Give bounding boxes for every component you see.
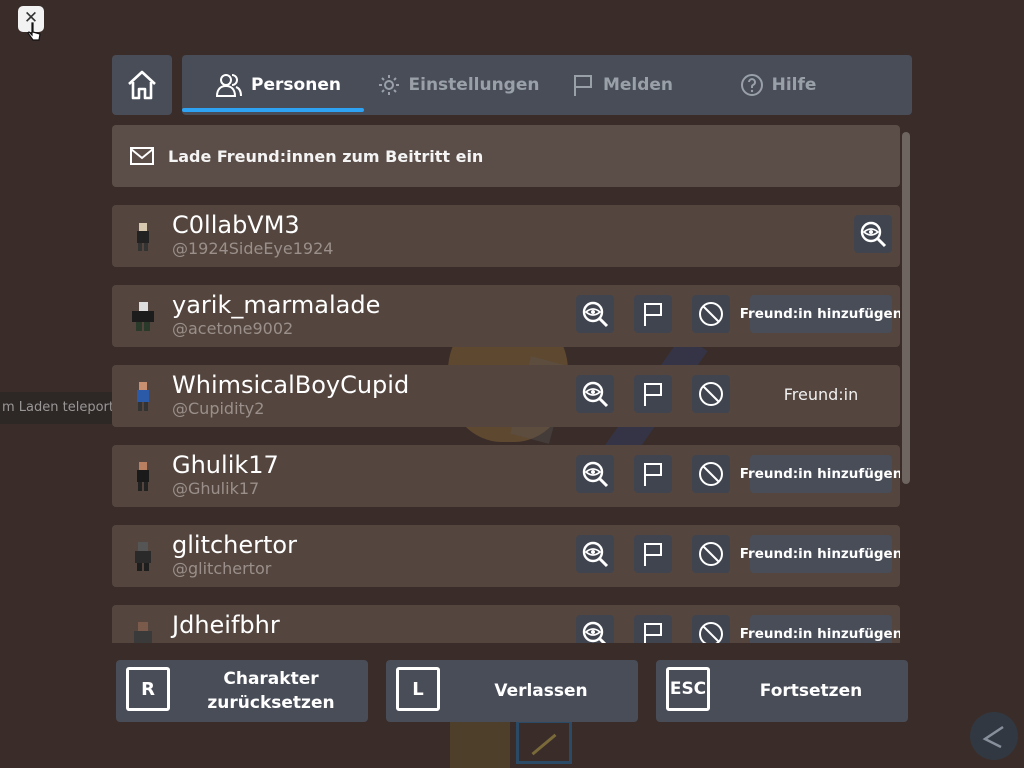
list-scrollbar[interactable] bbox=[902, 132, 910, 484]
inspect-icon bbox=[582, 301, 609, 328]
reset-character-button[interactable]: R Charakter zurücksetzen bbox=[116, 660, 368, 722]
inspect-icon bbox=[582, 541, 609, 568]
block-button[interactable] bbox=[692, 375, 730, 413]
tab-personen[interactable]: Personen bbox=[192, 55, 364, 115]
app-logo-icon bbox=[970, 712, 1018, 760]
player-username: @1924SideEye1924 bbox=[172, 239, 334, 258]
avatar bbox=[137, 223, 149, 251]
flag-icon bbox=[644, 383, 662, 406]
player-display-name: glitchertor bbox=[172, 531, 297, 559]
block-icon bbox=[699, 462, 723, 486]
invite-label: Lade Freund:innen zum Beitritt ein bbox=[168, 146, 484, 166]
flag-icon bbox=[573, 75, 592, 96]
people-icon bbox=[216, 74, 243, 97]
active-tab-indicator bbox=[182, 108, 364, 112]
player-username: @acetone9002 bbox=[172, 319, 294, 338]
avatar bbox=[137, 382, 149, 411]
inspect-button[interactable] bbox=[576, 455, 614, 493]
resume-label: Fortsetzen bbox=[759, 681, 863, 701]
home-button[interactable] bbox=[112, 55, 172, 115]
block-icon bbox=[699, 622, 723, 643]
leave-game-label: Verlassen bbox=[494, 681, 588, 701]
list-item[interactable]: Jdheifbhr Freund:in hinzufügen bbox=[112, 605, 900, 643]
friend-status-label: Freund:in bbox=[783, 384, 859, 404]
gear-icon bbox=[378, 75, 399, 95]
avatar bbox=[132, 302, 154, 331]
avatar bbox=[135, 542, 151, 571]
list-item[interactable]: yarik_marmalade @acetone9002 Freund:in h… bbox=[112, 285, 900, 347]
list-item[interactable]: C0llabVM3 @1924SideEye1924 bbox=[112, 205, 900, 267]
inspect-button[interactable] bbox=[854, 215, 892, 253]
inspect-icon bbox=[582, 461, 609, 488]
player-display-name: Jdheifbhr bbox=[172, 611, 280, 639]
block-icon bbox=[699, 302, 723, 326]
player-display-name: Ghulik17 bbox=[172, 451, 279, 479]
invite-friends-button[interactable]: Lade Freund:innen zum Beitritt ein bbox=[112, 125, 900, 187]
tab-melden-label: Melden bbox=[602, 75, 674, 95]
avatar bbox=[134, 622, 152, 643]
player-display-name: yarik_marmalade bbox=[172, 291, 381, 319]
inspect-icon bbox=[860, 221, 887, 248]
report-button[interactable] bbox=[634, 455, 672, 493]
tab-personen-label: Personen bbox=[251, 75, 341, 95]
inspect-button[interactable] bbox=[576, 535, 614, 573]
player-display-name: C0llabVM3 bbox=[172, 211, 300, 239]
report-button[interactable] bbox=[634, 375, 672, 413]
player-username: @Ghulik17 bbox=[172, 479, 260, 498]
player-list: Lade Freund:innen zum Beitritt ein C0lla… bbox=[112, 125, 900, 643]
list-item[interactable]: glitchertor @glitchertor Freund:in hinzu… bbox=[112, 525, 900, 587]
block-button[interactable] bbox=[692, 615, 730, 643]
tab-melden[interactable]: Melden bbox=[552, 55, 692, 115]
flag-icon bbox=[644, 543, 662, 566]
key-hint-esc: ESC bbox=[666, 667, 710, 711]
inspect-icon bbox=[582, 381, 609, 408]
avatar bbox=[137, 462, 149, 491]
player-display-name: WhimsicalBoyCupid bbox=[172, 371, 410, 399]
resume-button[interactable]: ESC Fortsetzen bbox=[656, 660, 908, 722]
key-hint-l: L bbox=[396, 667, 440, 711]
add-friend-button[interactable]: Freund:in hinzufügen bbox=[740, 295, 900, 333]
block-button[interactable] bbox=[692, 535, 730, 573]
help-icon bbox=[740, 74, 763, 96]
home-icon bbox=[128, 70, 156, 100]
inspect-button[interactable] bbox=[576, 615, 614, 643]
inspect-button[interactable] bbox=[576, 375, 614, 413]
report-button[interactable] bbox=[634, 615, 672, 643]
tab-einstellungen-label: Einstellungen bbox=[408, 75, 540, 95]
reset-character-label: Charakter zurücksetzen bbox=[207, 669, 335, 713]
flag-icon bbox=[644, 463, 662, 486]
player-username: @glitchertor bbox=[172, 559, 272, 578]
list-item[interactable]: Ghulik17 @Ghulik17 Freund:in hinzufügen bbox=[112, 445, 900, 507]
menu-tab-bar: Personen Einstellungen Melden Hilfe bbox=[182, 55, 912, 115]
inspect-icon bbox=[582, 621, 607, 643]
inspect-button[interactable] bbox=[576, 295, 614, 333]
tab-einstellungen[interactable]: Einstellungen bbox=[372, 55, 544, 115]
add-friend-button[interactable]: Freund:in hinzufügen bbox=[740, 535, 900, 573]
leave-game-button[interactable]: L Verlassen bbox=[386, 660, 638, 722]
block-icon bbox=[699, 542, 723, 566]
tab-hilfe-label: Hilfe bbox=[771, 75, 817, 95]
tab-hilfe[interactable]: Hilfe bbox=[722, 55, 834, 115]
mail-icon bbox=[130, 147, 154, 165]
add-friend-button[interactable]: Freund:in hinzufügen bbox=[740, 455, 900, 493]
key-hint-r: R bbox=[126, 667, 170, 711]
add-friend-button[interactable]: Freund:in hinzufügen bbox=[740, 615, 900, 643]
flag-icon bbox=[644, 303, 662, 326]
player-username: @Cupidity2 bbox=[172, 399, 265, 418]
report-button[interactable] bbox=[634, 535, 672, 573]
block-icon bbox=[699, 382, 723, 406]
flag-icon bbox=[644, 623, 662, 643]
list-item[interactable]: WhimsicalBoyCupid @Cupidity2 Freund:in bbox=[112, 365, 900, 427]
block-button[interactable] bbox=[692, 295, 730, 333]
report-button[interactable] bbox=[634, 295, 672, 333]
block-button[interactable] bbox=[692, 455, 730, 493]
mouse-cursor-icon bbox=[27, 22, 41, 46]
